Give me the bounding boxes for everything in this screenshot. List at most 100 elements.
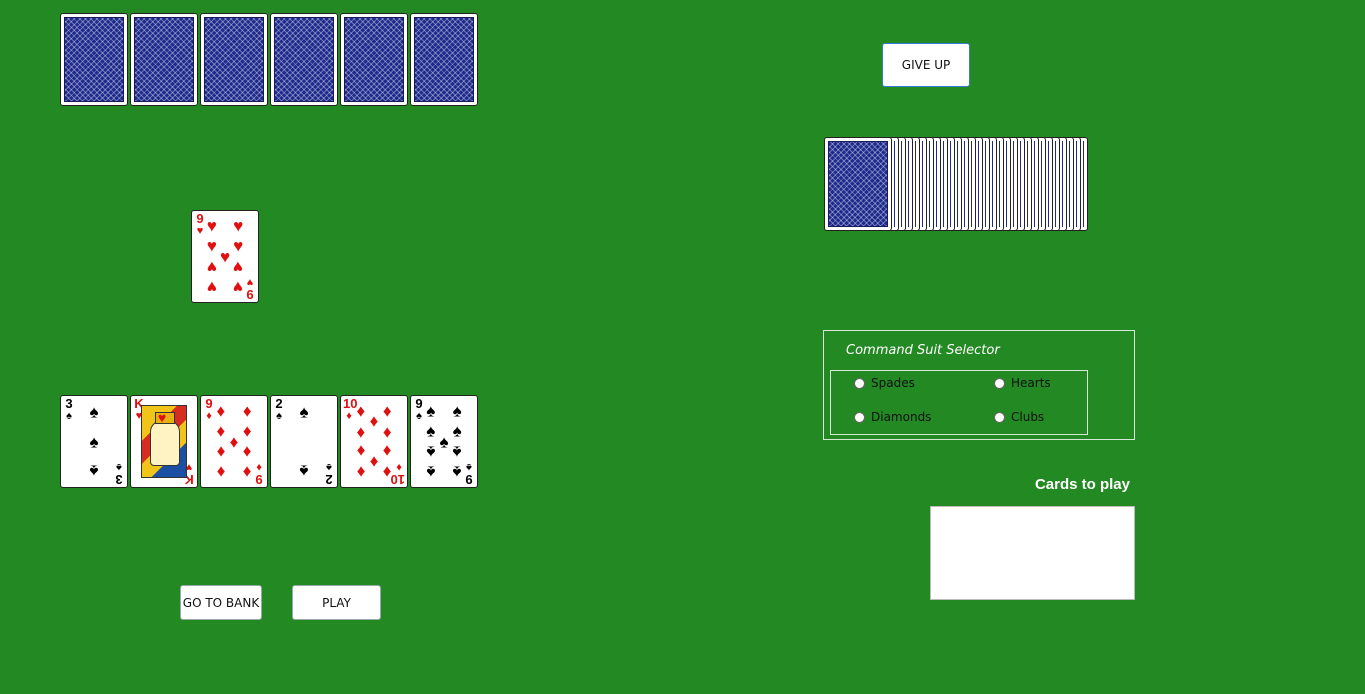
spades-pip-icon: ♠ (89, 461, 99, 481)
go-to-bank-button[interactable]: GO TO BANK (180, 585, 262, 620)
spades-pip-icon: ♠ (452, 401, 462, 421)
card-corner-index: 9 ♠ (413, 397, 425, 422)
radio-button[interactable] (994, 377, 1005, 389)
card-corner-index: 3 ♠ (63, 396, 75, 422)
card-rank: 9 (196, 211, 204, 226)
card-corner-index: 3 ♠ (113, 461, 125, 487)
cards-to-play-area[interactable] (930, 506, 1135, 600)
diamonds-pip-icon: ♦ (216, 401, 226, 421)
diamonds-pip-icon: ♦ (356, 422, 366, 442)
spades-pip-icon: ♠ (439, 432, 449, 451)
radio-button[interactable] (854, 411, 865, 423)
hearts-icon: ♥ (246, 276, 254, 288)
diamonds-pip-icon: ♦ (369, 411, 379, 431)
card-corner-index: 2 ♠ (323, 461, 335, 487)
opponent-card-back (270, 13, 338, 106)
card-back-pattern (64, 17, 124, 102)
radio-label: Clubs (1011, 410, 1045, 424)
radio-button[interactable] (854, 377, 865, 389)
diamonds-pip-icon: ♦ (356, 401, 366, 421)
radio-label: Diamonds (871, 410, 932, 424)
opponent-card-back (60, 13, 128, 106)
spades-pip-icon: ♠ (299, 461, 309, 481)
spades-pip-icon: ♠ (426, 442, 436, 462)
spades-pip-icon: ♠ (89, 432, 99, 451)
card-corner-index: 9 ♥ (244, 276, 256, 302)
player-card[interactable]: 9 ♠ 9 ♠ ♠ ♠ ♠ ♠ ♠ ♠ ♠ ♠ ♠ (410, 395, 478, 488)
diamonds-pip-icon: ♦ (242, 442, 252, 462)
radio-spades[interactable]: Spades (854, 376, 915, 390)
diamonds-pip-icon: ♦ (369, 452, 379, 472)
radio-clubs[interactable]: Clubs (994, 410, 1044, 424)
command-suit-selector: Command Suit Selector Spades Hearts Diam… (823, 330, 1135, 440)
spades-pip-icon: ♠ (89, 402, 99, 422)
diamonds-pip-icon: ♦ (229, 432, 239, 451)
give-up-button[interactable]: GIVE UP (882, 43, 970, 87)
hearts-pip-icon: ♥ (233, 257, 244, 277)
diamonds-pip-icon: ♦ (356, 462, 366, 482)
card-back-pattern (344, 17, 404, 102)
radio-hearts[interactable]: Hearts (994, 376, 1051, 390)
cards-to-play-label: Cards to play (1034, 476, 1130, 493)
hearts-pip-icon: ♥ (219, 247, 231, 266)
hearts-icon: ♥ (196, 225, 204, 237)
player-card[interactable]: 3 ♠ 3 ♠ ♠ ♠ ♠ (60, 395, 128, 488)
hearts-pip-icon: ♥ (233, 216, 244, 236)
card-rank: 2 (325, 472, 333, 487)
king-court-art: ♥ (141, 405, 187, 478)
spades-icon: ♠ (416, 410, 422, 422)
player-card[interactable]: K ♥ K ♥ ♥ (130, 395, 198, 488)
card-corner-index: 9 ♦ (253, 461, 265, 487)
card-back-pattern (828, 141, 888, 227)
card-rank: 2 (275, 396, 283, 411)
opponent-card-back (200, 13, 268, 106)
spades-pip-icon: ♠ (426, 401, 436, 421)
opponent-card-back (410, 13, 478, 106)
radio-button[interactable] (994, 411, 1005, 423)
play-button[interactable]: PLAY (292, 585, 381, 620)
suit-radio-group: Spades Hearts Diamonds Clubs (830, 370, 1088, 435)
opponent-card-back (130, 13, 198, 106)
player-card[interactable]: 2 ♠ 2 ♠ ♠ ♠ (270, 395, 338, 488)
spades-pip-icon: ♠ (452, 462, 462, 482)
hearts-icon: ♥ (157, 409, 167, 426)
diamonds-pip-icon: ♦ (242, 421, 252, 441)
card-corner-index: 9 ♠ (463, 461, 475, 487)
king-figure (150, 420, 180, 466)
card-rank: 10 (390, 472, 405, 487)
spades-pip-icon: ♠ (426, 462, 436, 482)
card-rank: 10 (343, 396, 358, 411)
diamonds-pip-icon: ♦ (216, 442, 226, 462)
diamonds-pip-icon: ♦ (356, 441, 366, 461)
card-rank: 9 (465, 472, 473, 487)
radio-label: Spades (871, 376, 915, 390)
suit-selector-legend: Command Suit Selector (846, 343, 1000, 358)
hearts-pip-icon: ♥ (233, 277, 244, 297)
diamonds-pip-icon: ♦ (382, 401, 392, 421)
diamonds-pip-icon: ♦ (216, 462, 226, 482)
card-back-pattern (134, 17, 194, 102)
player-card[interactable]: 9 ♦ 9 ♦ ♦ ♦ ♦ ♦ ♦ ♦ ♦ ♦ ♦ (200, 395, 268, 488)
radio-diamonds[interactable]: Diamonds (854, 410, 931, 424)
spades-icon: ♠ (276, 410, 282, 422)
radio-label: Hearts (1011, 376, 1051, 390)
card-corner-index: 9 ♥ (194, 211, 206, 237)
card-rank: 3 (115, 472, 123, 487)
card-corner-index: 10 ♦ (390, 461, 405, 487)
diamonds-pip-icon: ♦ (382, 441, 392, 461)
player-card[interactable]: 10 ♦ 10 ♦ ♦ ♦ ♦ ♦ ♦ ♦ ♦ ♦ ♦ ♦ (340, 395, 408, 488)
card-back-pattern (274, 17, 334, 102)
hearts-pip-icon: ♥ (206, 277, 217, 297)
diamonds-pip-icon: ♦ (382, 462, 392, 482)
opponent-card-back (340, 13, 408, 106)
hearts-pip-icon: ♥ (206, 257, 217, 277)
card-corner-index: 9 ♦ (203, 397, 215, 422)
diamonds-pip-icon: ♦ (242, 462, 252, 482)
card-corner-index: 2 ♠ (273, 396, 285, 422)
diamonds-pip-icon: ♦ (216, 421, 226, 441)
diamonds-pip-icon: ♦ (242, 401, 252, 421)
card-rank: 3 (65, 396, 73, 411)
diamonds-icon: ♦ (206, 410, 212, 422)
diamonds-pip-icon: ♦ (382, 422, 392, 442)
hearts-pip-icon: ♥ (206, 236, 217, 256)
